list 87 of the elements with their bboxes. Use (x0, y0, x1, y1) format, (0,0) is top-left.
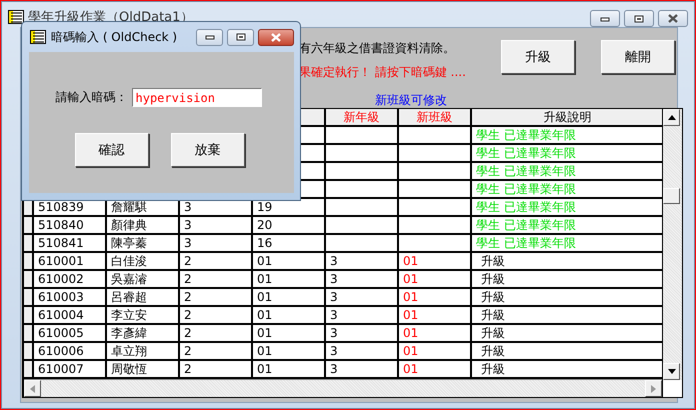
table-cell: 3 (180, 235, 253, 253)
table-cell: 吳嘉濬 (107, 271, 180, 289)
table-cell: 01 (253, 289, 326, 307)
close-button[interactable] (258, 28, 294, 46)
table-cell: 01 (253, 271, 326, 289)
table-cell: 01 (399, 271, 472, 289)
row-selector[interactable] (24, 325, 34, 343)
table-cell: 3 (326, 343, 399, 361)
minimize-icon (204, 34, 214, 40)
row-selector[interactable] (24, 343, 34, 361)
action-button[interactable]: 升級 (501, 40, 575, 74)
table-cell: 610002 (34, 271, 107, 289)
table-cell: 卓立翔 (107, 343, 180, 361)
minimize-button[interactable] (590, 10, 620, 27)
table-cell: 2 (180, 289, 253, 307)
table-cell: 610006 (34, 343, 107, 361)
form-icon (30, 30, 46, 44)
left-arrow-icon (30, 384, 35, 392)
maximize-icon (634, 14, 644, 22)
table-cell: 16 (253, 235, 326, 253)
right-arrow-icon (651, 384, 656, 392)
row-selector[interactable] (24, 217, 34, 235)
maximize-button[interactable] (227, 28, 254, 46)
table-cell: 01 (253, 343, 326, 361)
maximize-button[interactable] (624, 10, 654, 27)
table-cell: 顏律典 (107, 217, 180, 235)
field-label: 請輸入暗碼： (56, 89, 128, 106)
table-cell: 510841 (34, 235, 107, 253)
row-selector[interactable] (24, 235, 34, 253)
scroll-up-button[interactable] (663, 109, 680, 126)
table-cell: 610005 (34, 325, 107, 343)
dialog-title: 暗碼輸入 ( OldCheck ) (51, 28, 178, 46)
table-cell: 呂睿超 (107, 289, 180, 307)
table-cell: 2 (180, 343, 253, 361)
table-cell: 01 (399, 325, 472, 343)
table-cell: 3 (326, 271, 399, 289)
row-selector[interactable] (24, 289, 34, 307)
table-cell: 01 (253, 325, 326, 343)
table-cell: 2 (180, 325, 253, 343)
vertical-scrollbar[interactable] (662, 109, 682, 397)
row-selector[interactable] (24, 271, 34, 289)
table-cell: 610004 (34, 307, 107, 325)
row-selector[interactable] (24, 361, 34, 379)
table-cell: 01 (399, 289, 472, 307)
table-cell: 2 (180, 271, 253, 289)
table-cell: 李彥緯 (107, 325, 180, 343)
table-cell: 3 (326, 325, 399, 343)
minimize-icon (600, 16, 610, 22)
row-selector[interactable] (24, 253, 34, 271)
table-cell: 510840 (34, 217, 107, 235)
up-arrow-icon (668, 115, 676, 120)
table-cell: 陳亭蓁 (107, 235, 180, 253)
close-button[interactable] (658, 10, 688, 27)
table-cell: 01 (253, 307, 326, 325)
horizontal-scrollbar[interactable] (24, 379, 662, 397)
action-button[interactable]: 離開 (601, 40, 675, 74)
table-cell: 2 (180, 307, 253, 325)
table-cell: 610001 (34, 253, 107, 271)
minimize-button[interactable] (196, 28, 223, 46)
table-cell: 白佳浚 (107, 253, 180, 271)
table-cell: 01 (399, 307, 472, 325)
password-field[interactable]: hypervision (132, 88, 262, 107)
form-icon (8, 10, 24, 24)
down-arrow-icon (668, 369, 676, 374)
maximize-icon (236, 33, 246, 41)
table-cell: 3 (180, 217, 253, 235)
table-cell: 李立安 (107, 307, 180, 325)
table-cell: 01 (399, 343, 472, 361)
scroll-thumb[interactable] (663, 188, 680, 204)
column-header[interactable]: 升級說明 (472, 109, 662, 127)
scroll-right-button[interactable] (645, 380, 662, 397)
table-cell: 3 (326, 289, 399, 307)
hint-text: 新班級可修改 (374, 92, 448, 109)
table-cell: 2 (180, 253, 253, 271)
table-cell: 01 (253, 253, 326, 271)
table-cell: 01 (399, 253, 472, 271)
scroll-left-button[interactable] (24, 380, 41, 397)
table-cell: 610003 (34, 289, 107, 307)
table-cell: 20 (253, 217, 326, 235)
table-cell: 3 (326, 307, 399, 325)
close-icon (270, 32, 282, 42)
row-selector[interactable] (24, 307, 34, 325)
close-icon (667, 14, 679, 23)
table-cell: 3 (326, 253, 399, 271)
scroll-down-button[interactable] (663, 363, 680, 380)
dialog-button[interactable]: 確認 (74, 133, 148, 167)
dialog-button[interactable]: 放棄 (170, 133, 244, 167)
